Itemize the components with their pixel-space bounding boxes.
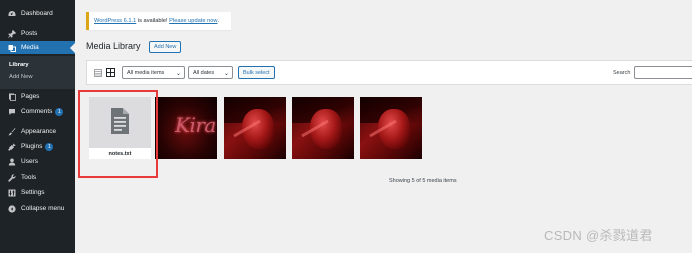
- submenu-item-add-new[interactable]: Add New: [9, 74, 33, 80]
- user-icon: [8, 158, 16, 166]
- brush-icon: [8, 127, 16, 136]
- sidebar-item-dashboard[interactable]: Dashboard: [0, 7, 75, 20]
- chevron-down-icon: ⌄: [175, 71, 181, 77]
- comment-icon: [8, 108, 16, 116]
- grid-view-icon[interactable]: [106, 68, 115, 77]
- sidebar-item-pages[interactable]: Pages: [0, 90, 75, 103]
- notice-text: is available!: [136, 18, 170, 24]
- sidebar-item-appearance[interactable]: Appearance: [0, 125, 75, 138]
- sidebar-item-label: Collapse menu: [21, 205, 65, 212]
- plug-icon: [8, 143, 16, 151]
- media-item-image[interactable]: [360, 97, 422, 159]
- search-input[interactable]: [634, 66, 692, 79]
- update-now-link[interactable]: Please update now: [169, 18, 217, 24]
- collapse-menu-button[interactable]: Collapse menu: [0, 202, 75, 215]
- sidebar-item-label: Dashboard: [21, 10, 53, 17]
- media-item-image-kira[interactable]: Kira: [155, 97, 217, 159]
- sidebar-item-posts[interactable]: Posts: [0, 27, 75, 40]
- settings-icon: [8, 189, 16, 197]
- wordpress-version-link[interactable]: WordPress 6.1.1: [94, 18, 136, 24]
- media-submenu: Library Add New: [0, 56, 75, 89]
- media-item-image[interactable]: [224, 97, 286, 159]
- sidebar-item-label: Users: [21, 158, 38, 165]
- sidebar-item-comments[interactable]: Comments 1: [0, 105, 75, 118]
- update-notice: WordPress 6.1.1 is available! Please upd…: [86, 12, 231, 30]
- date-filter-value: All dates: [193, 69, 215, 76]
- list-view-icon[interactable]: [94, 69, 102, 77]
- image-kira-text: Kira: [175, 113, 216, 137]
- sidebar-item-label: Media: [21, 44, 39, 51]
- sidebar-item-label: Plugins: [21, 143, 43, 150]
- comments-count-badge: 1: [55, 107, 64, 116]
- submenu-item-library[interactable]: Library: [9, 62, 29, 68]
- page-title: Media Library: [86, 41, 141, 51]
- media-type-filter[interactable]: All media items ⌄: [122, 66, 185, 79]
- chevron-down-icon: ⌄: [223, 71, 229, 77]
- media-item-image[interactable]: [292, 97, 354, 159]
- wrench-icon: [8, 173, 16, 182]
- media-count-status: Showing 5 of 5 media items: [389, 178, 457, 184]
- sidebar-item-media[interactable]: Media: [0, 41, 75, 54]
- search-label: Search: [613, 70, 631, 76]
- sidebar-item-plugins[interactable]: Plugins 1: [0, 140, 75, 153]
- sidebar-item-label: Settings: [21, 189, 45, 196]
- collapse-icon: [8, 204, 16, 213]
- sidebar-item-label: Tools: [21, 174, 37, 181]
- page-icon: [8, 93, 16, 101]
- media-toolbar: All media items ⌄ All dates ⌄ Bulk selec…: [86, 60, 692, 85]
- date-filter[interactable]: All dates ⌄: [188, 66, 233, 79]
- notice-end: .: [217, 18, 220, 24]
- sidebar-item-tools[interactable]: Tools: [0, 171, 75, 184]
- sidebar-item-label: Appearance: [21, 128, 57, 135]
- sidebar-item-label: Posts: [21, 30, 38, 37]
- sidebar-item-label: Pages: [21, 93, 40, 100]
- sidebar-item-label: Comments: [21, 108, 53, 115]
- media-icon: [8, 44, 16, 52]
- watermark-text: CSDN @杀戮道君: [544, 228, 653, 243]
- sidebar-item-users[interactable]: Users: [0, 155, 75, 168]
- pin-icon: [8, 29, 16, 38]
- dashboard-icon: [8, 10, 16, 18]
- bulk-select-button[interactable]: Bulk select: [238, 66, 275, 79]
- media-type-filter-value: All media items: [127, 69, 165, 76]
- current-menu-arrow: [70, 43, 75, 53]
- red-highlight-box: [78, 90, 158, 178]
- sidebar-item-settings[interactable]: Settings: [0, 186, 75, 199]
- add-new-button[interactable]: Add New: [149, 41, 182, 53]
- admin-sidebar: Dashboard Posts Media Library Add New Pa…: [0, 0, 75, 253]
- plugins-count-badge: 1: [45, 142, 54, 151]
